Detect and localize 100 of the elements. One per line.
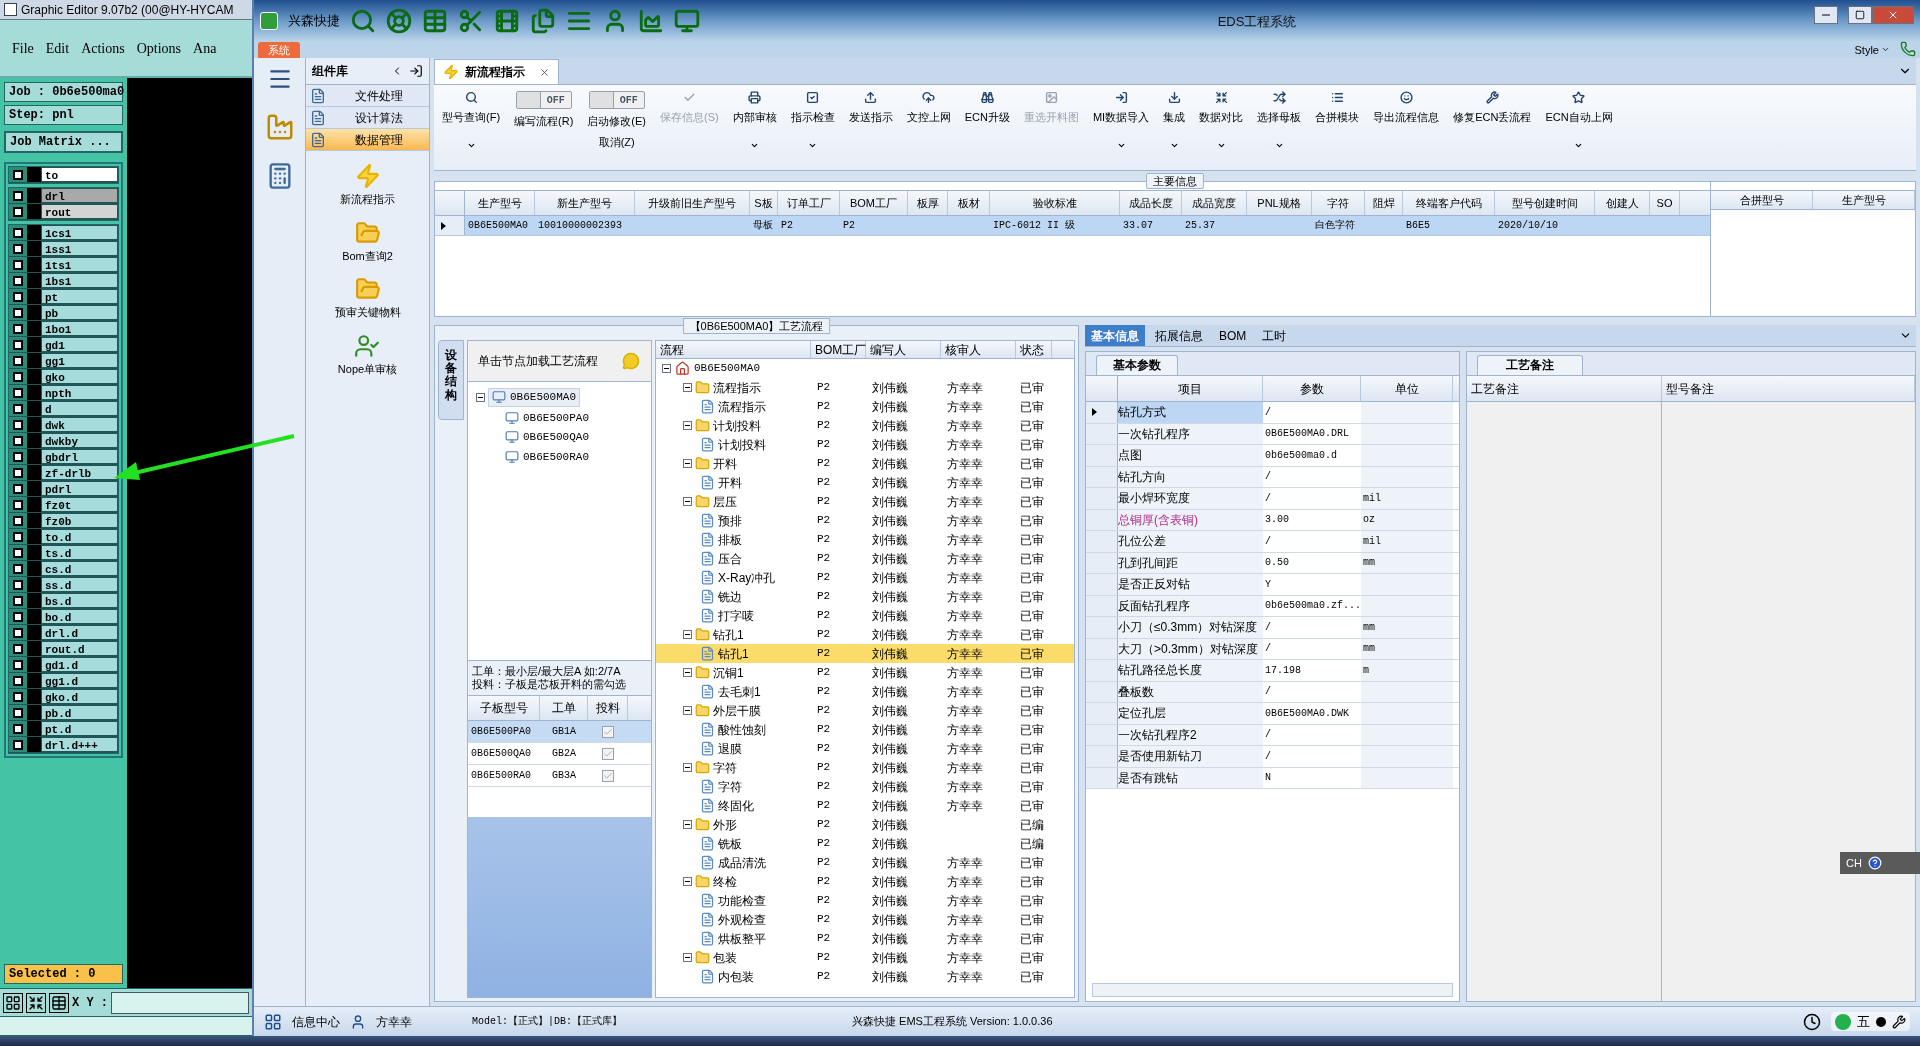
process-row[interactable]: 钻孔1 P2 刘伟巍 方幸幸 已审	[656, 625, 1074, 644]
ribbon-button[interactable]: MI数据导入	[1086, 91, 1156, 163]
param-row[interactable]: 一次钻孔程序 0B6E500MA0.DRL	[1086, 423, 1459, 445]
ribbon-button[interactable]: 合拼模块	[1309, 91, 1366, 163]
toggle-switch[interactable]: OFF	[515, 91, 572, 109]
process-row[interactable]: 排板 P2 刘伟巍 方幸幸 已审	[656, 530, 1074, 549]
column-header[interactable]: 板厚	[908, 191, 948, 215]
table-row[interactable]: 0B6E500PA0 GB1A	[468, 721, 651, 743]
layer-name[interactable]: pb.d	[41, 705, 118, 720]
column-header[interactable]: 新生产型号	[535, 191, 635, 215]
column-header[interactable]: 板材	[948, 191, 990, 215]
layer-checkbox[interactable]	[13, 355, 23, 366]
layer-name[interactable]: pt.d	[41, 721, 118, 736]
param-row[interactable]: 是否使用新钻刀 /	[1086, 746, 1459, 768]
tab[interactable]: BOM	[1213, 325, 1253, 346]
process-row[interactable]: 酸性蚀刻 P2 刘伟巍 方幸幸 已审	[656, 720, 1074, 739]
process-row[interactable]: 沉铜1 P2 刘伟巍 方幸幸 已审	[656, 663, 1074, 682]
ime-language-bar[interactable]: CH	[1840, 852, 1920, 874]
column-header[interactable]: PNL规格	[1247, 191, 1312, 215]
ribbon-button[interactable]: 数据对比	[1193, 91, 1250, 163]
column-header[interactable]: S板	[750, 191, 778, 215]
toggle-switch[interactable]: OFF	[588, 91, 645, 109]
table-row[interactable]: 0B6E500MA0 10010000002393 母板 P2 P2 IPC-6012 II 级 33.07 25.37 白色字符 B6E5 2020/10/10	[435, 216, 1710, 236]
param-row[interactable]: 总铜厚(含表铜) 3.00 oz	[1086, 509, 1459, 531]
param-row[interactable]: 孔到孔间距 0.50 mm	[1086, 552, 1459, 574]
switch-knob[interactable]	[589, 92, 614, 108]
layer-checkbox[interactable]	[13, 259, 23, 270]
checkbox[interactable]	[602, 769, 614, 782]
param-row[interactable]: 叠板数 /	[1086, 681, 1459, 703]
layer-checkbox[interactable]	[13, 531, 23, 542]
checkbox[interactable]	[602, 747, 614, 760]
column-header[interactable]: 型号备注	[1662, 376, 1915, 401]
ribbon-button[interactable]: 型号查询(F)	[436, 91, 507, 163]
layer-name[interactable]: to	[41, 167, 118, 182]
column-header[interactable]: 单位	[1361, 376, 1453, 401]
process-row[interactable]: 退膜 P2 刘伟巍 方幸幸 已审	[656, 739, 1074, 758]
menu-item[interactable]: Options	[136, 37, 182, 59]
param-row[interactable]: 反面钻孔程序 0b6e500ma0.zf...	[1086, 595, 1459, 617]
column-header[interactable]: 核审人	[941, 341, 1016, 358]
layer-checkbox[interactable]	[13, 483, 23, 494]
expand-toggle-icon[interactable]	[683, 383, 692, 392]
column-header[interactable]: 流程	[656, 341, 811, 358]
wrench-icon[interactable]	[1892, 1014, 1906, 1029]
layer-checkbox[interactable]	[13, 190, 23, 201]
column-header[interactable]: 成品宽度	[1182, 191, 1247, 215]
column-header[interactable]: BOM工厂	[840, 191, 908, 215]
layer-checkbox[interactable]	[13, 659, 23, 670]
info-center-link[interactable]: 信息中心	[292, 1012, 340, 1031]
column-header[interactable]: 创建人	[1595, 191, 1650, 215]
layer-checkbox[interactable]	[13, 499, 23, 510]
ribbon-button[interactable]: 修复ECN丢流程	[1447, 91, 1538, 163]
column-header[interactable]: 子板型号	[468, 696, 540, 720]
layer-checkbox[interactable]	[13, 243, 23, 254]
table-row[interactable]: 0B6E500QA0 GB2A	[468, 743, 651, 765]
layer-checkbox[interactable]	[13, 723, 23, 734]
layer-name[interactable]: 1bo1	[41, 321, 118, 336]
tab[interactable]: 基本信息	[1085, 325, 1145, 346]
layer-name[interactable]: gg1	[41, 353, 118, 368]
column-header[interactable]: 阻焊	[1365, 191, 1403, 215]
expand-toggle-icon[interactable]	[683, 421, 692, 430]
layer-name[interactable]: cs.d	[41, 561, 118, 576]
layer-name[interactable]: bs.d	[41, 593, 118, 608]
layer-name[interactable]: 1ss1	[41, 241, 118, 256]
expand-toggle-icon[interactable]	[683, 877, 692, 886]
ribbon-button[interactable]: 集成	[1157, 91, 1192, 163]
layer-name[interactable]: 1ts1	[41, 257, 118, 272]
process-row[interactable]: 铣边 P2 刘伟巍 方幸幸 已审	[656, 587, 1074, 606]
menu-item[interactable]: Actions	[81, 37, 125, 59]
ribbon-button[interactable]: 发送指示	[842, 91, 899, 163]
toolbar-icon[interactable]	[494, 8, 520, 34]
sidebar-item[interactable]: 数据管理	[306, 129, 429, 151]
layer-checkbox[interactable]	[13, 275, 23, 286]
ime-mode[interactable]: 五	[1857, 1011, 1870, 1032]
ribbon-button[interactable]: 选择母板	[1251, 91, 1308, 163]
expand-toggle-icon[interactable]	[683, 459, 692, 468]
phone-icon[interactable]	[1900, 41, 1916, 57]
layer-checkbox[interactable]	[13, 435, 23, 446]
layer-name[interactable]: npth	[41, 385, 118, 400]
column-header[interactable]: 订单工厂	[778, 191, 840, 215]
tree-node[interactable]: 0B6E500MA0	[488, 388, 580, 407]
expand-toggle-icon[interactable]	[683, 706, 692, 715]
tool-tile[interactable]: 预审关键物料	[334, 276, 401, 321]
column-header[interactable]: 生产型号	[465, 191, 535, 215]
process-row[interactable]: 压合 P2 刘伟巍 方幸幸 已审	[656, 549, 1074, 568]
layer-checkbox[interactable]	[13, 169, 23, 180]
toolbar-icon[interactable]	[350, 8, 376, 34]
layer-name[interactable]: 1bs1	[41, 273, 118, 288]
param-row[interactable]: 钻孔路径总长度 17.198 m	[1086, 660, 1459, 682]
column-header[interactable]: 工单	[540, 696, 588, 720]
process-row[interactable]: 包装 P2 刘伟巍 方幸幸 已审	[656, 948, 1074, 967]
column-header[interactable]: 合拼型号	[1711, 191, 1813, 209]
column-header[interactable]: 生产型号	[1813, 191, 1915, 209]
layer-name[interactable]: d	[41, 401, 118, 416]
close-tab-icon[interactable]	[539, 66, 550, 78]
tree-node[interactable]: 0B6E500QA0	[502, 429, 592, 446]
layer-name[interactable]: ts.d	[41, 545, 118, 560]
table-row[interactable]: 0B6E500RA0 GB3A	[468, 765, 651, 787]
layer-checkbox[interactable]	[13, 739, 23, 750]
param-row[interactable]: 小刀（≤0.3mm）对钻深度 / mm	[1086, 617, 1459, 639]
layer-checkbox[interactable]	[13, 547, 23, 558]
